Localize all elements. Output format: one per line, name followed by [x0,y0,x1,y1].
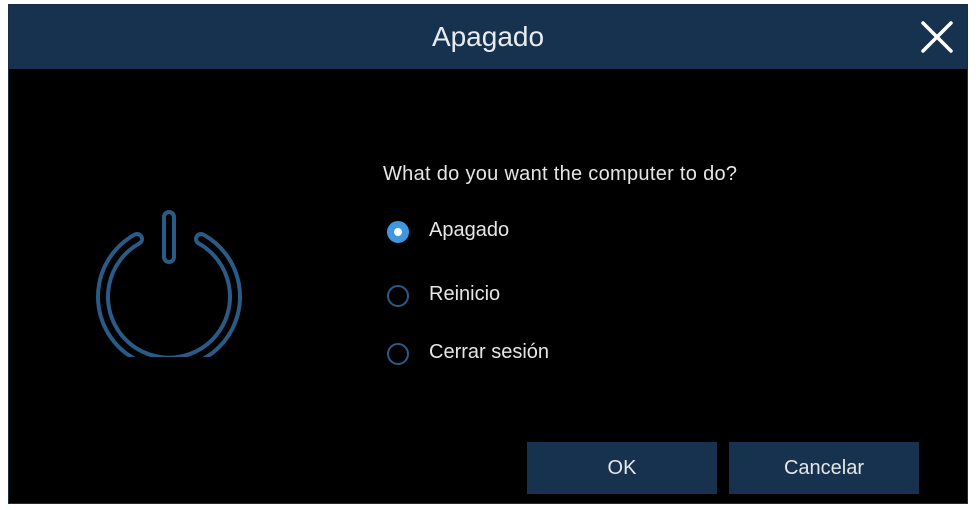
radio-button[interactable] [387,285,409,307]
radio-button-checked[interactable] [387,221,409,243]
option-reinicio[interactable]: Reinicio [387,281,687,311]
radio-button[interactable] [387,343,409,365]
cancel-button[interactable]: Cancelar [729,442,919,494]
dialog-title: Apagado [431,21,545,52]
question-text: What do you want the computer to do? [383,163,738,185]
ok-button[interactable]: OK [527,442,717,494]
shutdown-dialog: Apagado What do you want the computer to… [8,4,968,504]
option-apagado[interactable]: Apagado [387,217,687,247]
option-cerrar-sesion[interactable]: Cerrar sesión [387,339,687,369]
close-button[interactable] [919,19,955,55]
option-label: Reinicio [429,283,501,305]
option-label: Cerrar sesión [429,341,550,363]
power-icon [95,209,243,370]
title-bar: Apagado [9,5,967,69]
close-icon [919,19,955,55]
option-label: Apagado [429,219,510,241]
